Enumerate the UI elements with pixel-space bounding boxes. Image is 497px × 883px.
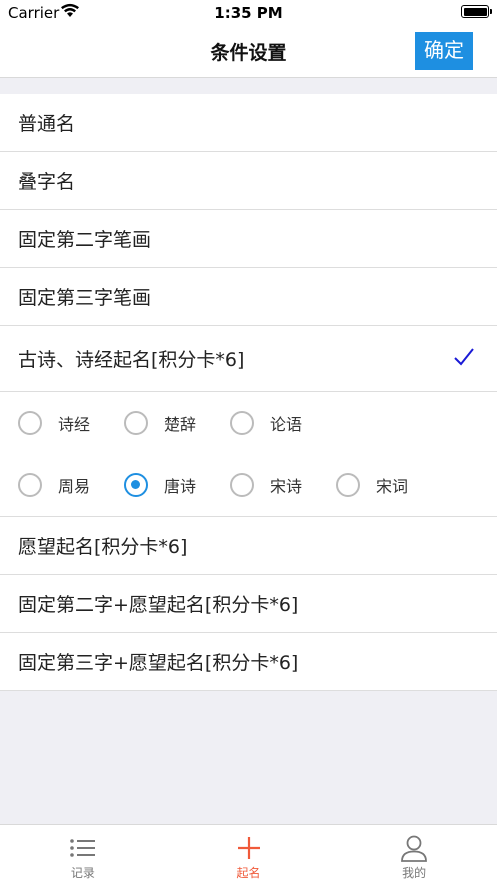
poetry-source-group: 诗经 楚辞 论语 周易 唐诗 宋诗 宋词 (0, 392, 497, 517)
condition-list: 普通名 叠字名 固定第二字笔画 固定第三字笔画 古诗、诗经起名[积分卡*6] 诗… (0, 94, 497, 691)
person-icon (401, 835, 428, 862)
option-fixed-second-strokes[interactable]: 固定第二字笔画 (0, 210, 497, 268)
option-fixed-third-wish[interactable]: 固定第三字+愿望起名[积分卡*6] (0, 633, 497, 691)
radio-circle-icon (230, 411, 254, 435)
tab-label: 我的 (402, 866, 427, 880)
radio-circle-icon (230, 473, 254, 497)
radio-label: 诗经 (58, 415, 91, 434)
radio-tangshi[interactable]: 唐诗 (124, 465, 230, 505)
status-time: 1:35 PM (214, 4, 283, 22)
tab-label: 记录 (70, 866, 95, 880)
list-icon (70, 839, 95, 857)
radio-label: 论语 (270, 415, 303, 434)
option-repeated-name[interactable]: 叠字名 (0, 152, 497, 210)
option-label: 固定第二字+愿望起名[积分卡*6] (18, 594, 299, 616)
radio-chuci[interactable]: 楚辞 (124, 403, 230, 443)
checkmark-icon (454, 348, 474, 366)
tab-mine[interactable]: 我的 (331, 825, 497, 883)
radio-circle-icon (124, 411, 148, 435)
radio-label: 宋诗 (270, 477, 303, 496)
option-fixed-second-wish[interactable]: 固定第二字+愿望起名[积分卡*6] (0, 575, 497, 633)
radio-label: 周易 (58, 477, 91, 496)
nav-bar: 条件设置 确定 (0, 26, 497, 78)
radio-songci[interactable]: 宋词 (336, 465, 442, 505)
radio-circle-icon (18, 411, 42, 435)
radio-row: 周易 唐诗 宋诗 宋词 (0, 454, 497, 516)
radio-label: 宋词 (376, 477, 409, 496)
radio-label: 楚辞 (164, 415, 197, 434)
option-fixed-third-strokes[interactable]: 固定第三字笔画 (0, 268, 497, 326)
radio-lunyu[interactable]: 论语 (230, 403, 336, 443)
radio-label: 唐诗 (164, 477, 197, 496)
option-label: 叠字名 (18, 171, 76, 193)
option-poetry-naming[interactable]: 古诗、诗经起名[积分卡*6] (0, 326, 497, 392)
option-label: 固定第三字笔画 (18, 287, 152, 309)
tab-label: 起名 (236, 866, 261, 880)
confirm-button[interactable]: 确定 (415, 32, 473, 70)
tab-bar: 记录 起名 我的 (0, 824, 497, 883)
option-normal-name[interactable]: 普通名 (0, 94, 497, 152)
option-label: 普通名 (18, 113, 76, 135)
option-label: 愿望起名[积分卡*6] (18, 536, 188, 558)
radio-circle-icon (18, 473, 42, 497)
option-label: 固定第二字笔画 (18, 229, 152, 251)
tab-naming[interactable]: 起名 (166, 825, 332, 883)
option-label: 古诗、诗经起名[积分卡*6] (18, 349, 245, 371)
option-label: 固定第三字+愿望起名[积分卡*6] (18, 652, 299, 674)
battery-icon (461, 5, 492, 18)
status-bar: Carrier 1:35 PM (0, 0, 497, 26)
radio-circle-icon (336, 473, 360, 497)
radio-row: 诗经 楚辞 论语 (0, 392, 497, 454)
radio-zhouyi[interactable]: 周易 (18, 465, 124, 505)
radio-selected-icon (124, 473, 148, 497)
radio-songshi[interactable]: 宋诗 (230, 465, 336, 505)
option-wish-naming[interactable]: 愿望起名[积分卡*6] (0, 517, 497, 575)
tab-records[interactable]: 记录 (0, 825, 166, 883)
plus-icon (237, 837, 260, 859)
radio-shijing[interactable]: 诗经 (18, 403, 124, 443)
